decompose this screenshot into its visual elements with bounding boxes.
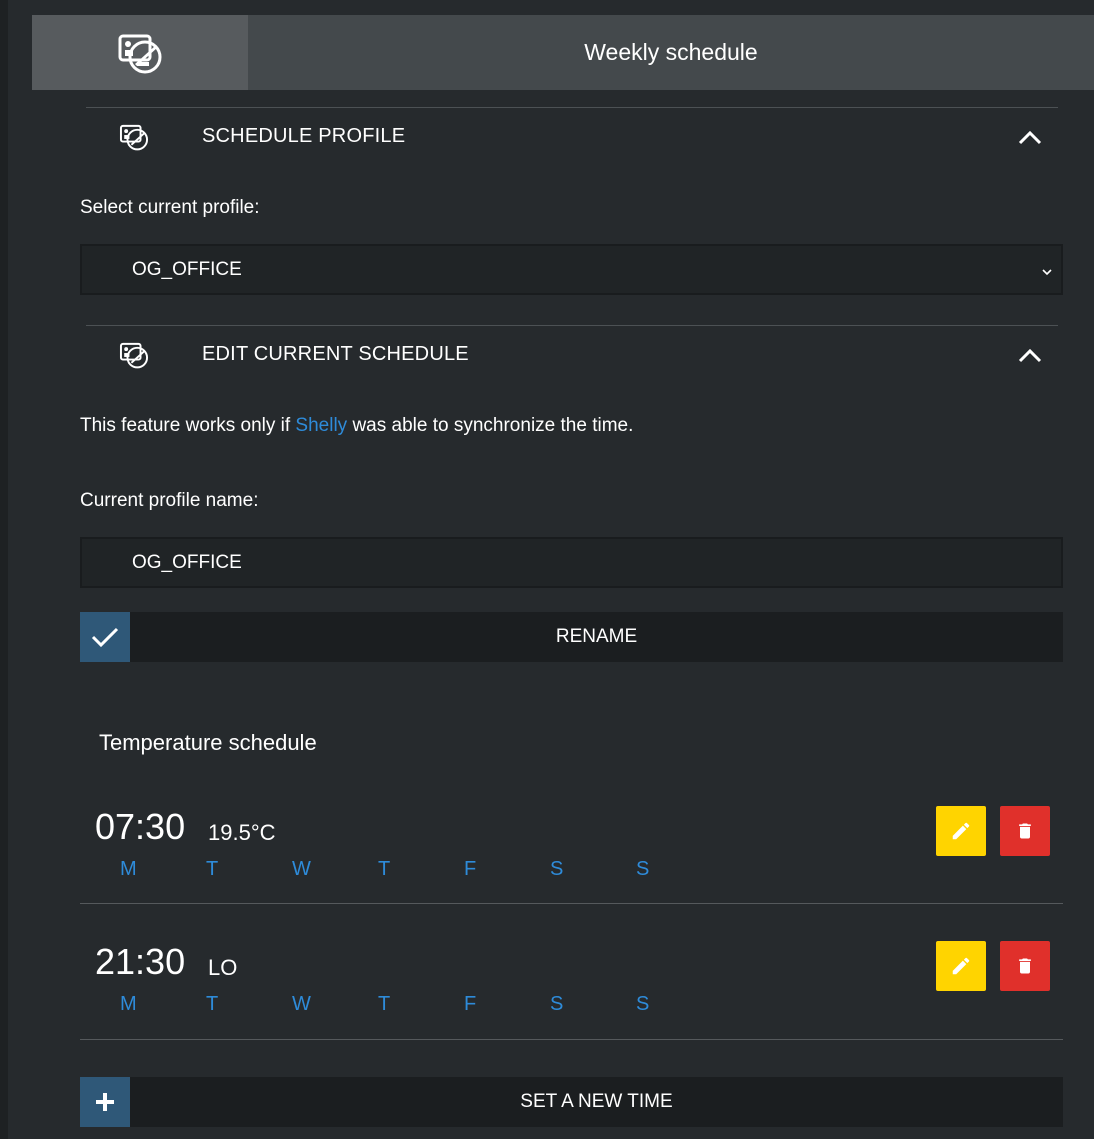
profile-name-input[interactable]: OG_OFFICE	[80, 537, 1063, 588]
profile-select[interactable]: OG_OFFICE	[80, 244, 1063, 295]
day-tuesday: T	[206, 993, 219, 1015]
schedule-profile-icon	[119, 124, 149, 150]
trash-icon	[1019, 958, 1031, 974]
entry-divider	[80, 903, 1063, 904]
entry-divider	[80, 1039, 1063, 1040]
shelly-link[interactable]: Shelly	[295, 415, 347, 436]
checkmark-icon	[80, 612, 130, 662]
profile-name-label: Current profile name:	[80, 490, 259, 511]
section-icon-wrap	[86, 340, 182, 370]
select-profile-label: Select current profile:	[80, 197, 260, 218]
notice-prefix: This feature works only if	[80, 415, 296, 436]
chevron-down-icon	[1041, 262, 1053, 284]
notice-suffix: was able to synchronize the time.	[347, 415, 634, 436]
delete-entry-button[interactable]	[1000, 806, 1050, 856]
edit-schedule-section-header[interactable]: EDIT CURRENT SCHEDULE	[86, 325, 1058, 383]
entry-temperature: LO	[208, 955, 238, 980]
pencil-icon	[952, 957, 970, 975]
entry-days: M T W T F S S	[120, 858, 722, 881]
day-friday: F	[464, 993, 477, 1015]
page-header: Weekly schedule	[32, 15, 1094, 90]
profile-select-value: OG_OFFICE	[132, 258, 242, 280]
edit-entry-button[interactable]	[936, 806, 986, 856]
day-saturday: S	[550, 993, 564, 1015]
delete-entry-button[interactable]	[1000, 941, 1050, 991]
left-edge-strip	[0, 0, 8, 1139]
rename-button-label: RENAME	[555, 626, 638, 647]
chevron-up-icon[interactable]	[1002, 129, 1058, 145]
day-monday: M	[120, 993, 137, 1015]
section-icon-wrap	[86, 122, 182, 152]
entry-temperature: 19.5°C	[208, 820, 276, 845]
entry-time: 07:30	[95, 806, 186, 847]
header-icon-box	[32, 15, 248, 90]
schedule-app-icon	[118, 34, 162, 73]
day-wednesday: W	[292, 858, 311, 880]
page-title: Weekly schedule	[584, 39, 758, 65]
edit-schedule-title: EDIT CURRENT SCHEDULE	[202, 343, 469, 365]
temperature-schedule-title: Temperature schedule	[99, 730, 317, 755]
chevron-up-icon[interactable]	[1002, 347, 1058, 363]
time-sync-notice: This feature works only if Shelly was ab…	[80, 415, 633, 437]
plus-icon	[80, 1077, 130, 1127]
day-sunday: S	[636, 993, 650, 1015]
day-thursday: T	[378, 858, 391, 880]
day-thursday: T	[378, 993, 391, 1015]
schedule-profile-title: SCHEDULE PROFILE	[202, 125, 406, 147]
day-tuesday: T	[206, 858, 219, 880]
set-new-time-button[interactable]: SET A NEW TIME	[80, 1077, 1063, 1127]
profile-name-value: OG_OFFICE	[132, 551, 242, 573]
schedule-profile-section-header[interactable]: SCHEDULE PROFILE	[86, 107, 1058, 165]
edit-schedule-icon	[119, 342, 149, 368]
rename-button[interactable]: RENAME	[80, 612, 1063, 662]
day-sunday: S	[636, 858, 650, 880]
edit-entry-button[interactable]	[936, 941, 986, 991]
day-wednesday: W	[292, 993, 311, 1015]
day-monday: M	[120, 858, 137, 880]
trash-icon	[1019, 823, 1031, 839]
set-new-time-label: SET A NEW TIME	[520, 1091, 673, 1112]
entry-time: 21:30	[95, 941, 186, 982]
pencil-icon	[952, 822, 970, 840]
entry-days: M T W T F S S	[120, 993, 722, 1016]
day-saturday: S	[550, 858, 564, 880]
day-friday: F	[464, 858, 477, 880]
